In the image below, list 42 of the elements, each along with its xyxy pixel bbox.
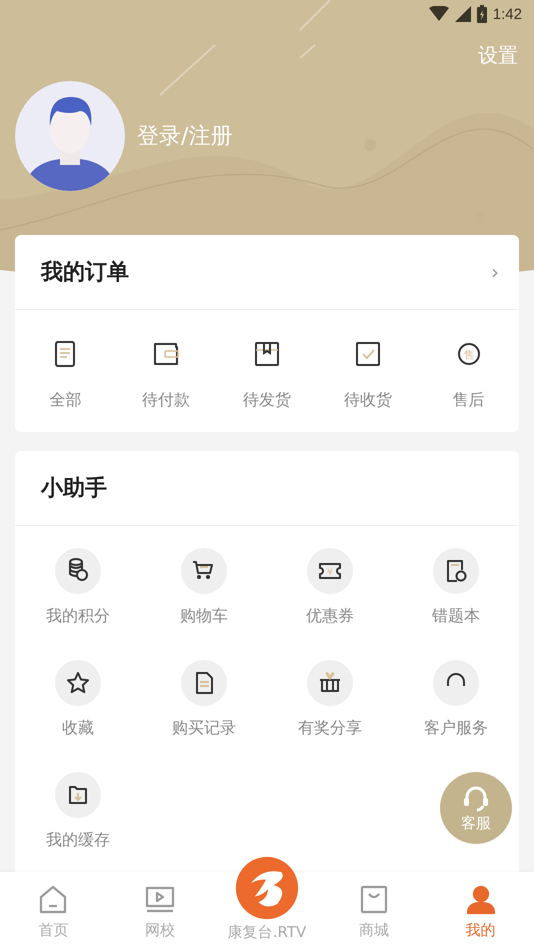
coins-icon[interactable] bbox=[55, 548, 101, 594]
signal-icon bbox=[454, 6, 471, 22]
video-icon bbox=[145, 885, 176, 915]
tool-label: 错题本 bbox=[432, 606, 480, 627]
bag-icon bbox=[358, 885, 389, 915]
battery-icon bbox=[476, 5, 487, 23]
folder-icon[interactable] bbox=[55, 772, 101, 818]
wifi-icon bbox=[428, 6, 449, 22]
clock-time: 1:42 bbox=[492, 6, 522, 22]
nav-tab[interactable]: 网校 bbox=[106, 885, 214, 950]
checkbox-icon[interactable] bbox=[354, 340, 382, 368]
section-title: 我的订单 bbox=[41, 259, 129, 287]
cart-icon[interactable] bbox=[181, 548, 227, 594]
section-title: 小助手 bbox=[41, 475, 107, 503]
tool-label: 购物车 bbox=[180, 606, 228, 627]
nav-tab[interactable]: 商城 bbox=[320, 885, 428, 950]
settings-link[interactable]: 设置 bbox=[478, 42, 518, 69]
tool-label: 客户服务 bbox=[424, 718, 488, 739]
tool-label: 我的积分 bbox=[46, 606, 110, 627]
tool-label: 我的缓存 bbox=[46, 830, 110, 851]
order-label: 待发货 bbox=[242, 390, 291, 411]
home-icon bbox=[38, 885, 68, 915]
chevron-icon[interactable]: › bbox=[491, 260, 499, 284]
tool-label: 收藏 bbox=[62, 718, 94, 739]
order-label: 全部 bbox=[49, 390, 82, 411]
order-label: 待付款 bbox=[142, 390, 190, 411]
notebook-icon[interactable] bbox=[433, 548, 479, 594]
user-icon bbox=[466, 885, 496, 915]
home-logo-tab[interactable]: 康复台.RTV bbox=[214, 855, 320, 950]
tool-label: 优惠券 bbox=[306, 606, 354, 627]
tool-label: 购买记录 bbox=[172, 718, 236, 739]
order-label: 待收货 bbox=[344, 390, 392, 411]
order-label: 售后 bbox=[452, 390, 485, 411]
nav-tab[interactable]: 我的 bbox=[427, 885, 534, 950]
ticket-icon[interactable]: ¥ bbox=[307, 548, 353, 594]
document-icon[interactable] bbox=[181, 660, 227, 706]
nav-tab[interactable]: 首页 bbox=[0, 885, 107, 950]
box-icon[interactable] bbox=[252, 340, 281, 368]
tool-label: 有奖分享 bbox=[298, 718, 362, 739]
wallet-icon[interactable] bbox=[152, 340, 180, 368]
gift-icon[interactable] bbox=[307, 660, 353, 706]
login-link[interactable]: 登录/注册 bbox=[137, 121, 232, 151]
